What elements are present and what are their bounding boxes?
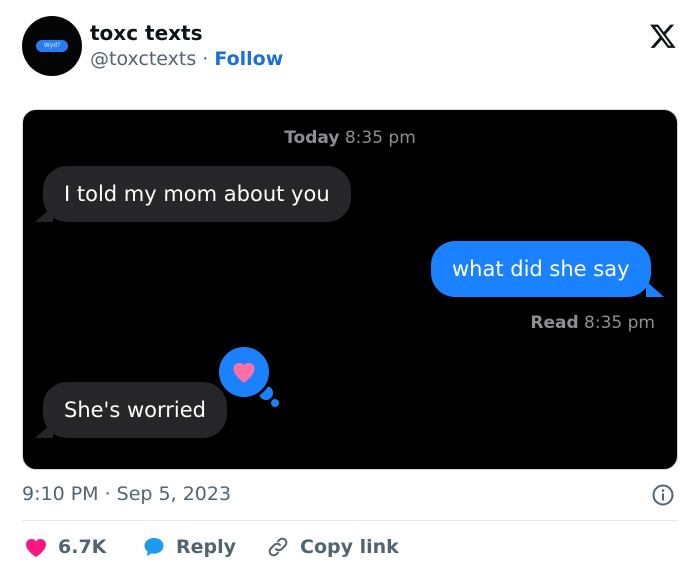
read-label: Read [530, 313, 579, 333]
bubble-tail [646, 281, 664, 297]
handle-line: @toxctexts · Follow [90, 48, 283, 70]
copy-link-button[interactable]: Copy link [266, 532, 399, 562]
action-bar: 6.7K Reply Copy link [22, 532, 678, 562]
message-bubble-received: I told my mom about you [43, 166, 351, 222]
link-icon [268, 537, 288, 557]
heart-icon [26, 539, 46, 557]
conversation-timestamp: Today 8:35 pm [23, 128, 677, 148]
info-icon[interactable] [651, 483, 675, 507]
timestamp-time: 8:35 pm [339, 128, 416, 148]
reaction-tail-dot [271, 399, 279, 407]
avatar[interactable]: Wyd? [22, 16, 82, 76]
timestamp-day: Today [284, 128, 340, 148]
read-receipt: Read 8:35 pm [530, 313, 655, 333]
copy-link-label: Copy link [300, 536, 399, 558]
follow-button[interactable]: Follow [214, 48, 283, 70]
like-count: 6.7K [58, 536, 107, 558]
tweet-timestamp[interactable]: 9:10 PM · Sep 5, 2023 [22, 483, 231, 505]
x-logo-icon[interactable] [649, 22, 677, 50]
conversation-screenshot[interactable]: Today 8:35 pm I told my mom about you wh… [22, 109, 678, 470]
reply-button[interactable]: Reply [142, 532, 236, 562]
reply-bubble-icon [144, 538, 164, 556]
like-button[interactable]: 6.7K [24, 532, 106, 562]
message-bubble-received: She's worried [43, 382, 227, 438]
avatar-badge: Wyd? [36, 40, 68, 52]
author-name[interactable]: toxc texts [90, 21, 203, 45]
reply-label: Reply [176, 536, 237, 558]
divider [22, 520, 678, 521]
heart-icon [233, 362, 255, 383]
separator: · [196, 48, 215, 70]
message-bubble-sent: what did she say [431, 241, 651, 297]
tweet-header: Wyd? toxc texts @toxctexts · Follow [22, 16, 682, 78]
author-handle[interactable]: @toxctexts [90, 48, 196, 70]
read-time: 8:35 pm [578, 313, 655, 333]
